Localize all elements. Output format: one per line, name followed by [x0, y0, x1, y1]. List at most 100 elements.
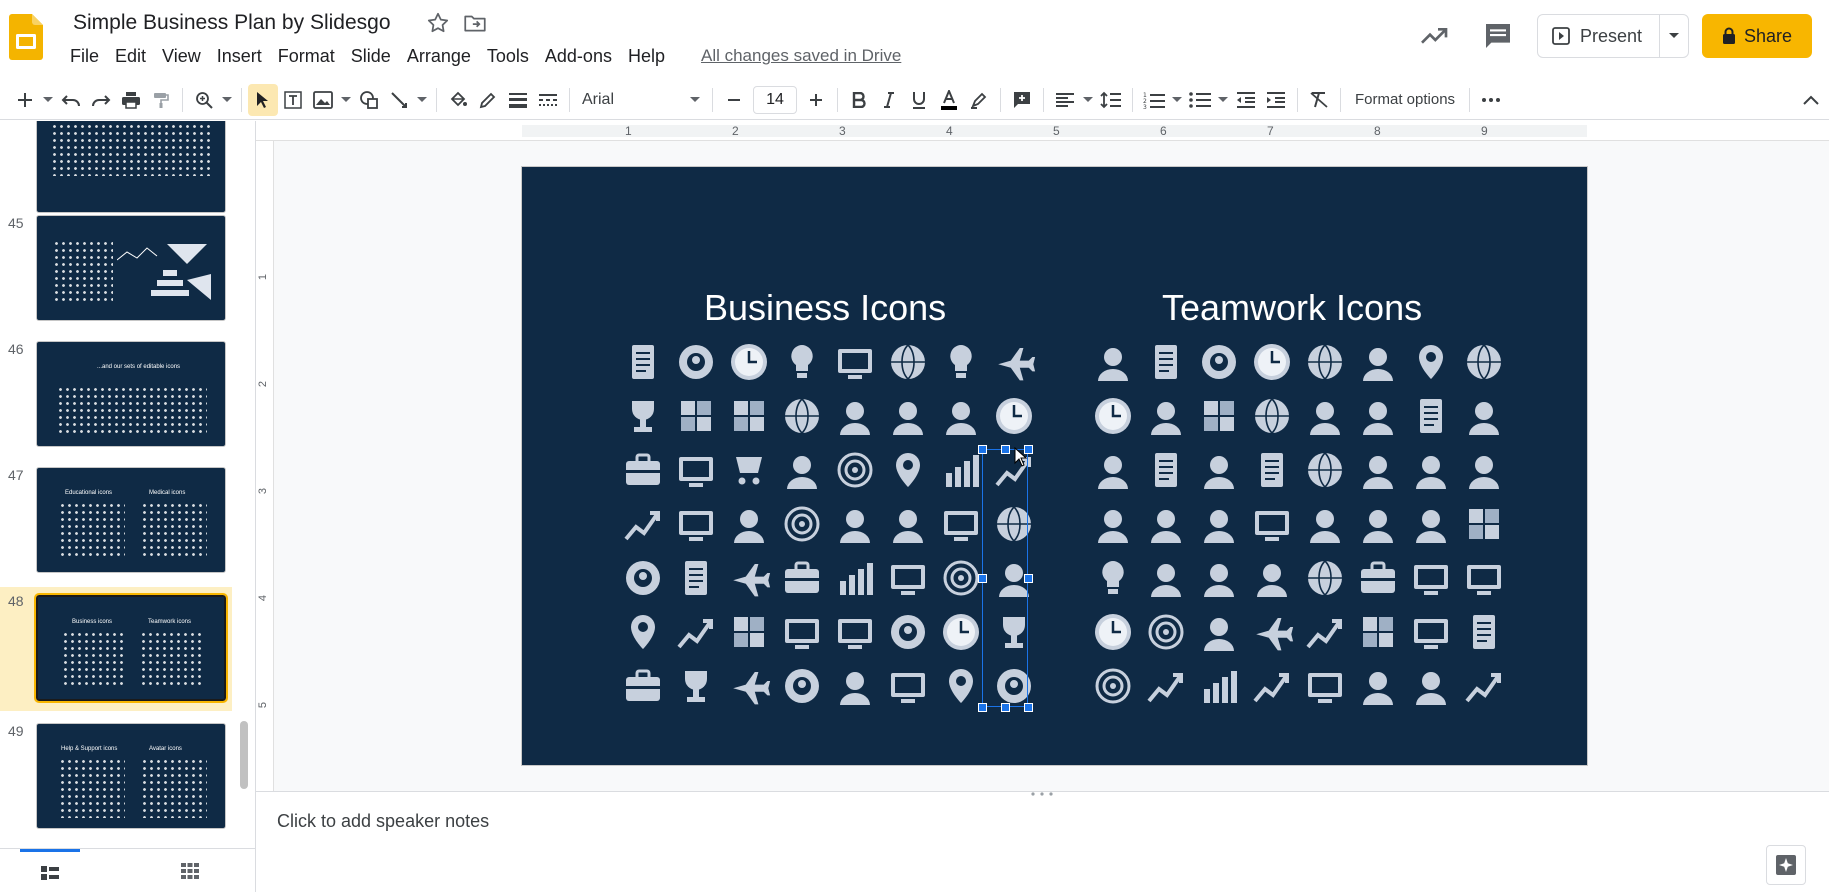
insert-image-tool[interactable]	[308, 84, 338, 116]
business-icon[interactable]	[620, 555, 666, 601]
filmstrip-slide-47[interactable]: 47 Educational icons Medical icons	[0, 461, 232, 579]
teamwork-icon[interactable]	[1355, 393, 1401, 439]
share-button[interactable]: Share	[1702, 14, 1812, 58]
selection-box[interactable]	[978, 445, 1033, 712]
business-icon[interactable]	[620, 339, 666, 385]
teamwork-icon[interactable]	[1196, 555, 1242, 601]
teamwork-icon[interactable]	[1090, 555, 1136, 601]
business-icon[interactable]	[673, 339, 719, 385]
print-button[interactable]	[116, 84, 146, 116]
menu-file[interactable]: File	[62, 42, 107, 70]
business-icon[interactable]	[832, 501, 878, 547]
line-tool[interactable]	[384, 84, 414, 116]
business-icon[interactable]	[885, 609, 931, 655]
decrease-indent-button[interactable]	[1231, 84, 1261, 116]
business-icon[interactable]	[779, 663, 825, 709]
business-icon[interactable]	[991, 339, 1037, 385]
business-icon[interactable]	[885, 393, 931, 439]
select-tool[interactable]	[248, 83, 278, 116]
business-icon[interactable]	[620, 663, 666, 709]
fill-color-button[interactable]	[443, 84, 473, 116]
filmstrip-scrollbar[interactable]	[240, 721, 248, 789]
bulleted-list-button[interactable]	[1185, 84, 1215, 116]
heading-business-icons[interactable]: Business Icons	[704, 287, 946, 329]
teamwork-icon[interactable]	[1143, 447, 1189, 493]
shape-tool[interactable]	[354, 84, 384, 116]
current-slide[interactable]: Business Icons Teamwork Icons	[521, 166, 1588, 766]
teamwork-icon[interactable]	[1408, 447, 1454, 493]
business-icon[interactable]	[779, 339, 825, 385]
business-icon[interactable]	[620, 447, 666, 493]
teamwork-icon[interactable]	[1355, 609, 1401, 655]
filmstrip-slide-45[interactable]: 45	[0, 209, 232, 327]
teamwork-icon[interactable]	[1090, 393, 1136, 439]
slide-thumbnail[interactable]: ...and our sets of editable icons	[36, 341, 226, 447]
zoom-dropdown[interactable]	[219, 84, 235, 116]
menu-view[interactable]: View	[154, 42, 209, 70]
business-icon[interactable]	[726, 555, 772, 601]
business-icon[interactable]	[832, 447, 878, 493]
teamwork-icon[interactable]	[1090, 447, 1136, 493]
align-button[interactable]	[1050, 84, 1080, 116]
teamwork-icon[interactable]	[1461, 609, 1507, 655]
border-weight-button[interactable]	[503, 84, 533, 116]
teamwork-icon[interactable]	[1249, 555, 1295, 601]
slides-logo-icon[interactable]	[9, 14, 43, 60]
teamwork-icon[interactable]	[1355, 663, 1401, 709]
teamwork-icon[interactable]	[1302, 501, 1348, 547]
resize-handle-se[interactable]	[1024, 703, 1033, 712]
business-icon[interactable]	[832, 609, 878, 655]
slide-thumbnail[interactable]: Business icons Teamwork icons	[34, 593, 228, 703]
business-icon[interactable]	[779, 447, 825, 493]
teamwork-icon[interactable]	[1355, 501, 1401, 547]
teamwork-icon[interactable]	[1408, 501, 1454, 547]
filmstrip-slide-46[interactable]: 46 ...and our sets of editable icons	[0, 335, 232, 453]
text-color-button[interactable]	[934, 84, 964, 116]
filmstrip-slide-48-selected[interactable]: 48 Business icons Teamwork icons	[0, 587, 232, 711]
business-icon[interactable]	[779, 609, 825, 655]
present-button[interactable]: Present	[1537, 14, 1689, 58]
teamwork-icon[interactable]	[1090, 339, 1136, 385]
business-icon[interactable]	[885, 663, 931, 709]
teamwork-icon[interactable]	[1143, 663, 1189, 709]
teamwork-icon[interactable]	[1196, 501, 1242, 547]
redo-button[interactable]	[86, 84, 116, 116]
numbered-list-dropdown[interactable]	[1169, 84, 1185, 116]
teamwork-icon[interactable]	[1196, 393, 1242, 439]
teamwork-icon[interactable]	[1249, 339, 1295, 385]
move-to-folder-icon[interactable]	[462, 10, 488, 36]
grid-view-button[interactable]	[160, 849, 220, 892]
business-icon[interactable]	[673, 609, 719, 655]
teamwork-icon[interactable]	[1143, 393, 1189, 439]
business-icon[interactable]	[673, 663, 719, 709]
business-icon[interactable]	[673, 393, 719, 439]
teamwork-icon[interactable]	[1408, 609, 1454, 655]
numbered-list-button[interactable]: 123	[1139, 84, 1169, 116]
notes-resize-handle[interactable]	[256, 791, 1829, 799]
star-icon[interactable]	[425, 10, 451, 36]
teamwork-icon[interactable]	[1408, 339, 1454, 385]
business-icon[interactable]	[938, 501, 984, 547]
teamwork-icon[interactable]	[1143, 555, 1189, 601]
teamwork-icon[interactable]	[1302, 339, 1348, 385]
resize-handle-n[interactable]	[1001, 445, 1010, 454]
teamwork-icon[interactable]	[1408, 663, 1454, 709]
resize-handle-w[interactable]	[978, 574, 987, 583]
activity-dashboard-icon[interactable]	[1418, 20, 1450, 52]
business-icon[interactable]	[620, 501, 666, 547]
more-options-button[interactable]	[1476, 84, 1506, 116]
teamwork-icon[interactable]	[1249, 663, 1295, 709]
teamwork-icon[interactable]	[1090, 663, 1136, 709]
teamwork-icon[interactable]	[1143, 609, 1189, 655]
business-icon[interactable]	[832, 663, 878, 709]
business-icon[interactable]	[832, 555, 878, 601]
slide-filmstrip[interactable]: 45 46 ...and our sets of editable icons …	[0, 121, 256, 848]
teamwork-icon[interactable]	[1355, 555, 1401, 601]
business-icon[interactable]	[885, 339, 931, 385]
speaker-notes[interactable]: Click to add speaker notes	[256, 799, 1829, 892]
business-icon[interactable]	[726, 501, 772, 547]
menu-tools[interactable]: Tools	[479, 42, 537, 70]
teamwork-icon[interactable]	[1249, 501, 1295, 547]
teamwork-icon[interactable]	[1461, 555, 1507, 601]
teamwork-icon[interactable]	[1143, 501, 1189, 547]
